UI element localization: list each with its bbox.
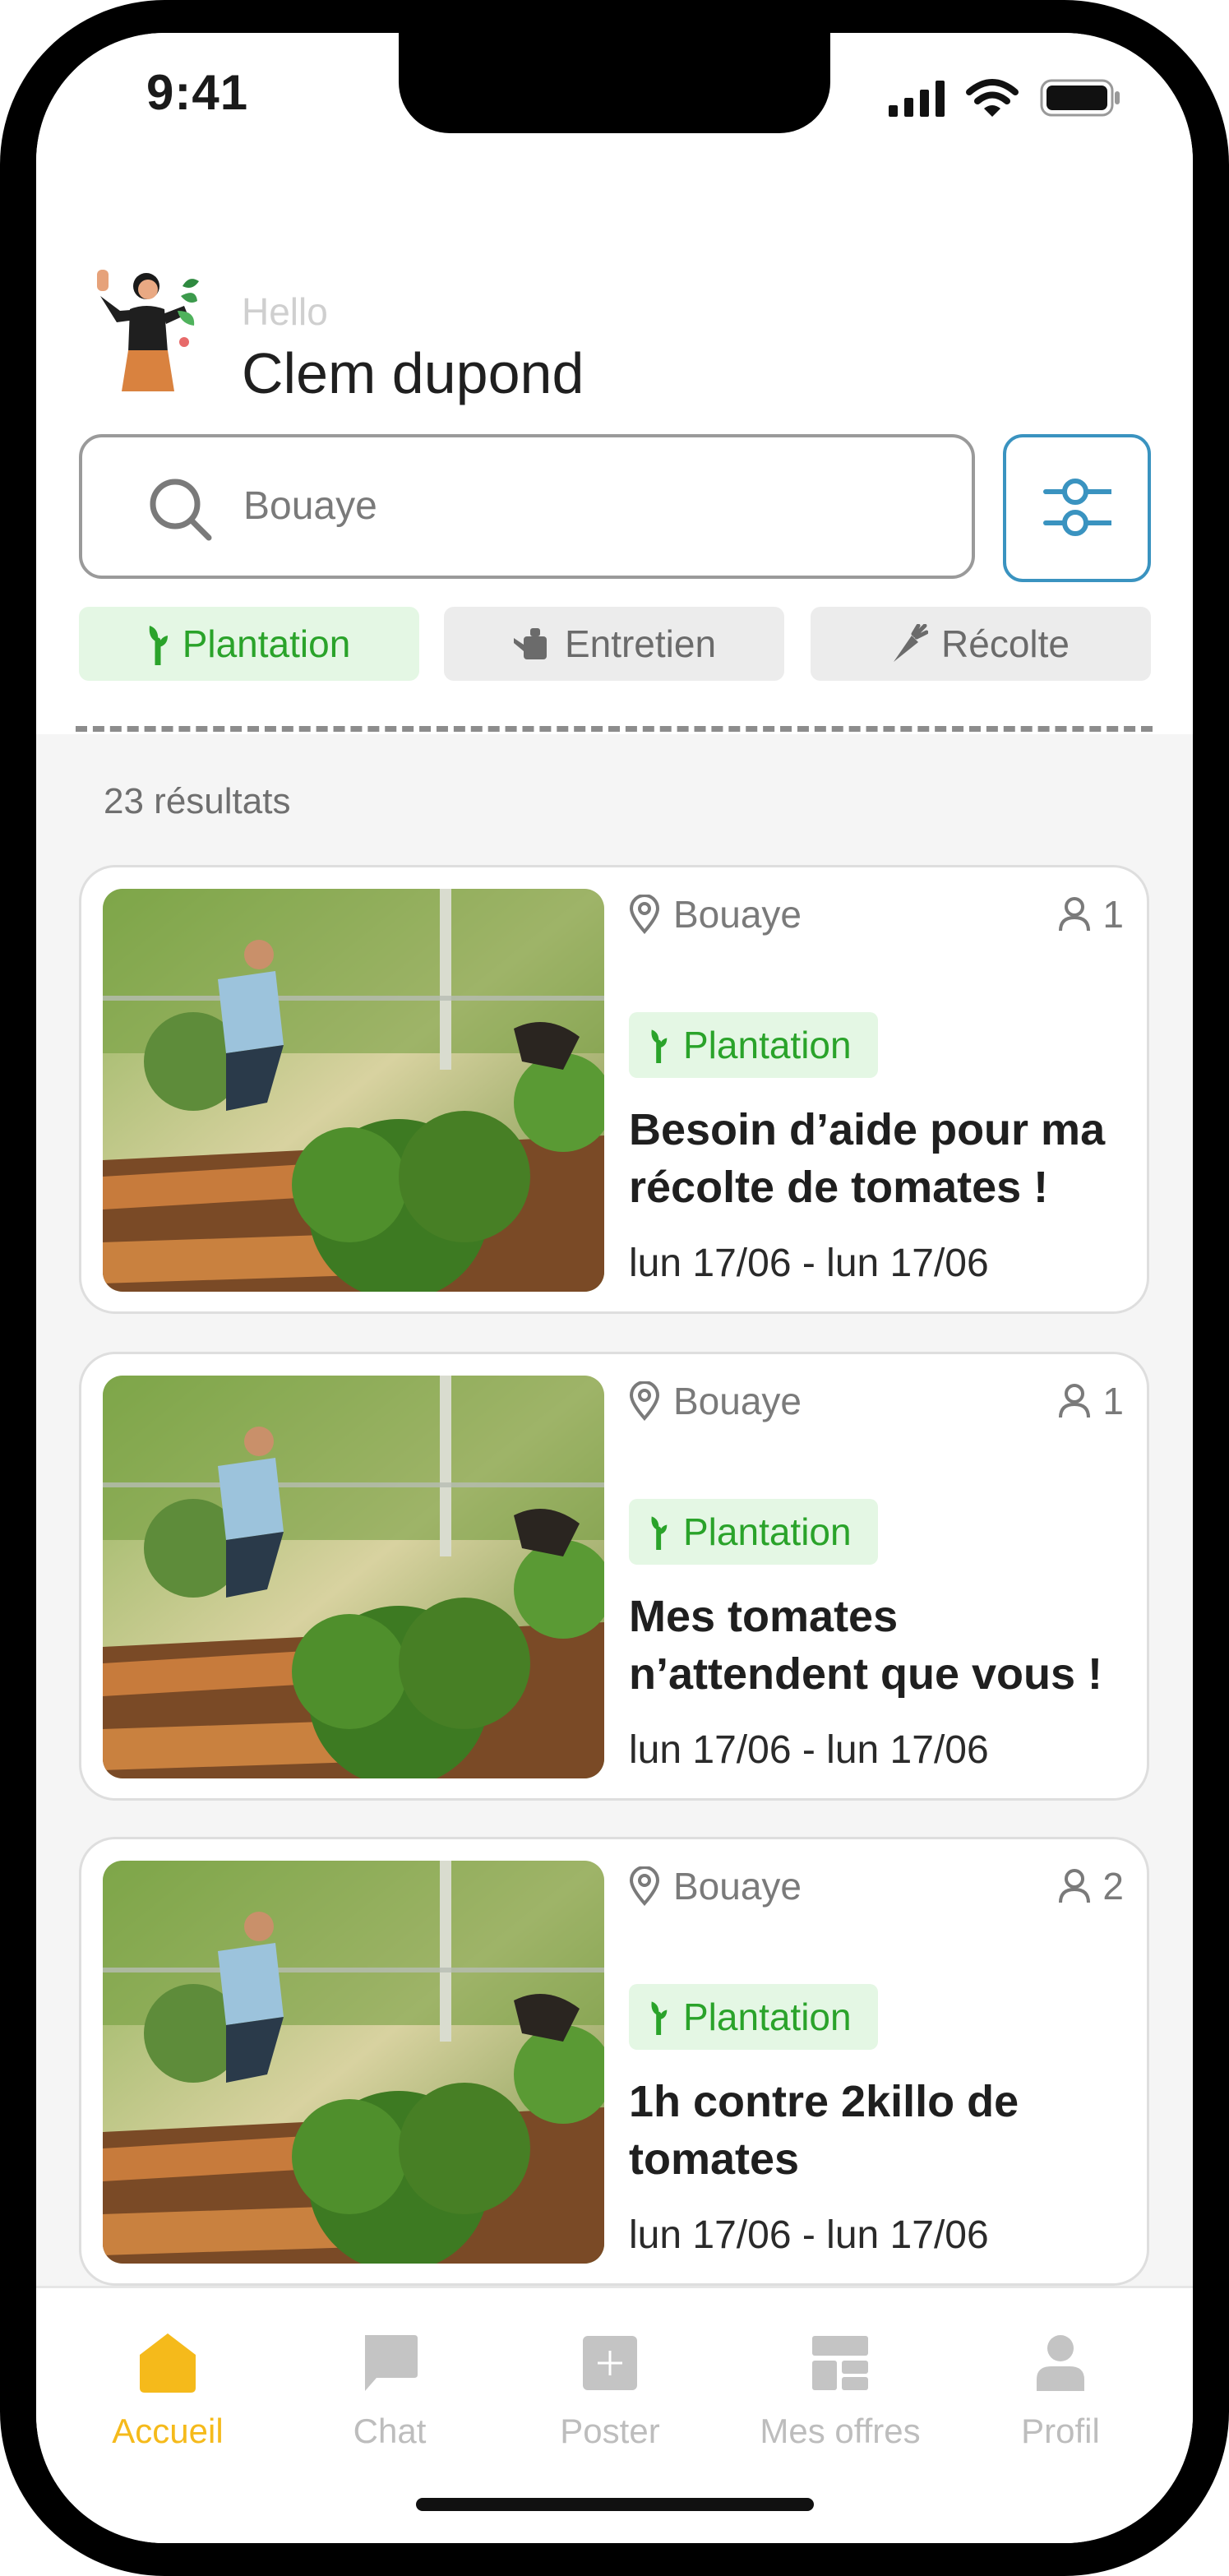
notch xyxy=(399,33,830,133)
home-icon xyxy=(140,2333,196,2393)
section-divider xyxy=(76,726,1153,732)
tab-label: Poster xyxy=(560,2412,660,2450)
card-location: Bouaye xyxy=(629,1864,802,1908)
card-tag: Plantation xyxy=(629,1012,878,1078)
sprout-icon xyxy=(149,626,168,665)
search-value: Bouaye xyxy=(243,484,377,528)
tab-mes-offres[interactable]: Mes offres xyxy=(750,2328,931,2451)
card-tag: Plantation xyxy=(629,1984,878,2050)
card-participants: 2 xyxy=(1058,1864,1124,1908)
chip-label: Plantation xyxy=(182,622,351,665)
card-image xyxy=(103,1376,604,1778)
chip-recolte[interactable]: Récolte xyxy=(811,607,1151,681)
tab-label: Profil xyxy=(1021,2412,1100,2450)
card-date: lun 17/06 - lun 17/06 xyxy=(629,2213,989,2257)
sprout-icon xyxy=(651,1516,668,1550)
card-date: lun 17/06 - lun 17/06 xyxy=(629,1242,989,1285)
tab-label: Mes offres xyxy=(760,2412,921,2450)
card-tag-label: Plantation xyxy=(683,1510,852,1553)
card-title: 1h contre 2killo de tomates xyxy=(629,2077,1019,2184)
offer-card[interactable]: Bouaye 1 Plantation Mes tomates n’attend… xyxy=(79,1352,1149,1801)
watering-can-icon xyxy=(513,628,547,659)
card-title: Mes tomates n’attendent que vous ! xyxy=(629,1592,1103,1699)
wifi-icon xyxy=(966,79,1019,117)
user-name: Clem dupond xyxy=(242,341,584,405)
plus-square-icon xyxy=(583,2336,637,2390)
chip-label: Récolte xyxy=(941,622,1070,665)
cellular-signal-icon xyxy=(889,81,945,117)
sliders-icon xyxy=(1043,479,1111,536)
tab-profil[interactable]: Profil xyxy=(970,2328,1151,2451)
card-participants-count: 1 xyxy=(1102,893,1124,936)
card-title: Besoin d’aide pour ma récolte de tomates… xyxy=(629,1105,1106,1212)
tab-label: Chat xyxy=(353,2412,427,2450)
offer-card[interactable]: Bouaye 1 Plantation Besoin d’aide pour m… xyxy=(79,865,1149,1314)
location-pin-icon xyxy=(629,1381,660,1421)
tab-poster[interactable]: Poster xyxy=(520,2328,700,2451)
card-location-label: Bouaye xyxy=(673,1380,802,1422)
search-input[interactable]: Bouaye xyxy=(79,434,975,579)
chip-entretien[interactable]: Entretien xyxy=(444,607,784,681)
status-icons xyxy=(889,79,1120,117)
location-pin-icon xyxy=(629,895,660,934)
offer-card[interactable]: Bouaye 2 Plantation 1h contre 2killo de … xyxy=(79,1837,1149,2286)
card-participants-count: 1 xyxy=(1102,1380,1124,1422)
greeting-label: Hello xyxy=(242,290,328,333)
status-time: 9:41 xyxy=(146,65,249,120)
sprout-icon xyxy=(651,1029,668,1063)
results-count: 23 résultats xyxy=(104,781,291,821)
card-participants: 1 xyxy=(1058,892,1124,937)
card-participants-count: 2 xyxy=(1102,1865,1124,1908)
card-participants: 1 xyxy=(1058,1379,1124,1423)
card-location-label: Bouaye xyxy=(673,893,802,936)
card-location: Bouaye xyxy=(629,1379,802,1423)
card-tag: Plantation xyxy=(629,1499,878,1565)
chip-label: Entretien xyxy=(564,622,717,665)
tab-accueil[interactable]: Accueil xyxy=(77,2328,258,2451)
tab-chat[interactable]: Chat xyxy=(299,2328,480,2451)
battery-icon xyxy=(1040,79,1120,117)
dashboard-icon xyxy=(812,2336,868,2390)
location-pin-icon xyxy=(629,1866,660,1906)
card-image xyxy=(103,1861,604,2264)
search-icon xyxy=(150,479,212,541)
user-icon xyxy=(1059,897,1091,932)
card-date: lun 17/06 - lun 17/06 xyxy=(629,1728,989,1772)
carrot-icon xyxy=(894,624,929,662)
tab-label: Accueil xyxy=(112,2412,224,2450)
user-icon xyxy=(1059,1384,1091,1418)
card-location-label: Bouaye xyxy=(673,1865,802,1908)
card-tag-label: Plantation xyxy=(683,1024,852,1066)
chat-icon xyxy=(365,2335,418,2391)
card-location: Bouaye xyxy=(629,892,802,937)
card-tag-label: Plantation xyxy=(683,1996,852,2038)
avatar xyxy=(97,270,199,391)
card-image xyxy=(103,889,604,1292)
filter-button[interactable] xyxy=(1003,434,1151,582)
app-screen: 9:41 Hello Clem dupond Bouaye Plantation… xyxy=(36,33,1193,2543)
user-icon xyxy=(1059,1869,1091,1903)
sprout-icon xyxy=(651,2001,668,2035)
user-icon xyxy=(1037,2335,1084,2391)
home-indicator xyxy=(416,2498,814,2511)
chip-plantation[interactable]: Plantation xyxy=(79,607,419,681)
